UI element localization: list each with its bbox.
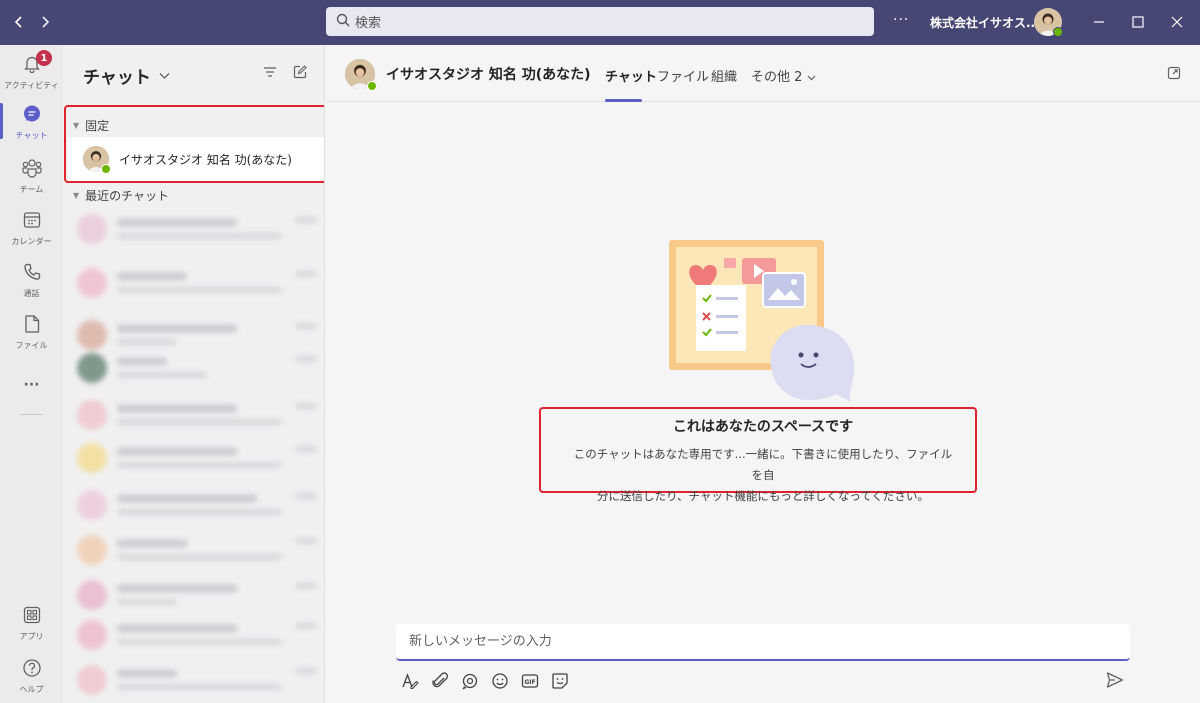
rail-files-label: ファイル <box>15 340 48 350</box>
pinned-section[interactable]: ▼ 固定 <box>73 117 109 134</box>
teams-icon <box>21 158 43 181</box>
format-icon[interactable] <box>399 670 421 692</box>
chat-header: イサオスタジオ 知名 功(あなた) チャット ファイル 組織 その他 2 <box>326 45 1200 102</box>
list-item[interactable] <box>77 263 317 303</box>
tab-org[interactable]: 組織 <box>711 66 737 85</box>
space-title: これはあなたのスペースです <box>672 419 854 435</box>
space-description-line1: このチャットはあなた専用です...一緒に。下書きに使用したり、ファイルを自 <box>573 447 953 482</box>
rail-calendar[interactable]: カレンダー <box>0 203 63 253</box>
pop-out-icon[interactable] <box>1167 66 1181 83</box>
svg-text:GIF: GIF <box>524 679 535 686</box>
presence-available-icon <box>1053 27 1063 37</box>
list-item[interactable] <box>77 615 317 655</box>
new-chat-icon[interactable] <box>293 65 307 82</box>
search-input[interactable]: 検索 <box>326 7 874 36</box>
pinned-chat-item[interactable]: イサオスタジオ 知名 功(あなた) <box>68 137 324 181</box>
help-icon <box>22 658 42 681</box>
list-item[interactable] <box>77 348 317 388</box>
rail-apps[interactable]: アプリ <box>0 598 63 648</box>
send-icon[interactable] <box>1105 670 1125 693</box>
rail-calls-label: 通話 <box>23 288 40 298</box>
filter-icon[interactable] <box>263 65 277 82</box>
list-item[interactable] <box>77 438 317 478</box>
sticker-icon[interactable] <box>549 670 571 692</box>
welcome-illustration <box>666 240 866 410</box>
tab-more[interactable]: その他 2 <box>751 66 816 85</box>
list-item[interactable] <box>77 395 317 435</box>
title-bar: 検索 ··· 株式会社イサオス... <box>0 0 1200 45</box>
rail-divider <box>20 414 43 415</box>
activity-badge: 1 <box>36 50 52 66</box>
avatar <box>83 146 111 174</box>
rail-calls[interactable]: 通話 <box>0 255 63 305</box>
recent-section-label: 最近のチャット <box>85 189 170 203</box>
space-description-line2: 分に送信したり、チャット機能にもっと詳しくなってください。 <box>596 489 929 503</box>
chat-header-avatar[interactable] <box>345 59 377 91</box>
app-rail: アクティビティ 1 チャット チーム カレンダー 通話 ファイル ··· アプリ… <box>0 45 63 703</box>
rail-chat[interactable]: チャット <box>0 97 63 147</box>
emoji-icon[interactable] <box>489 670 511 692</box>
maximize-icon[interactable] <box>1128 12 1148 32</box>
presence-available-icon <box>101 164 111 174</box>
search-icon <box>336 13 355 31</box>
tab-chat[interactable]: チャット <box>605 66 657 85</box>
calendar-icon <box>22 210 42 233</box>
collapse-triangle-icon: ▼ <box>73 121 80 130</box>
presence-available-icon <box>367 81 377 91</box>
list-item[interactable] <box>77 209 317 249</box>
gif-icon[interactable]: GIF <box>519 670 541 692</box>
chat-list-title-text: チャット <box>83 68 151 88</box>
org-name[interactable]: 株式会社イサオス... <box>930 14 1040 31</box>
file-icon <box>23 314 41 337</box>
space-description: このチャットはあなた専用です...一緒に。下書きに使用したり、ファイルを自 分に… <box>571 444 955 507</box>
minimize-icon[interactable] <box>1089 12 1109 32</box>
list-item[interactable] <box>77 485 317 525</box>
recent-section[interactable]: ▼ 最近のチャット <box>73 187 169 204</box>
chevron-down-icon <box>807 70 816 85</box>
tab-files[interactable]: ファイル <box>657 66 709 85</box>
tab-more-label: その他 2 <box>751 70 803 85</box>
rail-teams[interactable]: チーム <box>0 151 63 201</box>
message-composer[interactable] <box>396 624 1130 661</box>
list-item[interactable] <box>77 530 317 570</box>
apps-icon <box>22 605 42 628</box>
more-options-icon[interactable]: ··· <box>893 12 909 28</box>
list-item[interactable] <box>77 660 317 700</box>
rail-help-label: ヘルプ <box>19 684 44 694</box>
chat-main: イサオスタジオ 知名 功(あなた) チャット ファイル 組織 その他 2 これは… <box>326 45 1200 703</box>
rail-calendar-label: カレンダー <box>11 236 52 246</box>
forward-arrow-icon[interactable] <box>31 8 59 36</box>
collapse-triangle-icon: ▼ <box>73 191 80 200</box>
rail-apps-label: アプリ <box>19 631 44 641</box>
message-input[interactable] <box>409 634 1130 649</box>
close-icon[interactable] <box>1167 12 1187 32</box>
rail-help[interactable]: ヘルプ <box>0 651 63 701</box>
chat-title: イサオスタジオ 知名 功(あなた) <box>386 67 591 83</box>
more-icon: ··· <box>23 377 40 393</box>
rail-chat-label: チャット <box>15 130 48 140</box>
back-arrow-icon[interactable] <box>5 8 33 36</box>
chat-list-title[interactable]: チャット <box>83 63 170 88</box>
phone-icon <box>22 262 42 285</box>
search-placeholder: 検索 <box>355 16 382 31</box>
pinned-chat-name: イサオスタジオ 知名 功(あなた) <box>119 152 292 167</box>
active-tab-indicator <box>605 99 642 102</box>
chevron-down-icon <box>159 69 170 83</box>
loop-icon[interactable] <box>459 670 481 692</box>
rail-teams-label: チーム <box>19 184 44 194</box>
chat-icon <box>22 104 42 127</box>
attach-icon[interactable] <box>429 670 451 692</box>
pinned-section-label: 固定 <box>85 119 110 133</box>
rail-files[interactable]: ファイル <box>0 307 63 357</box>
rail-activity-label: アクティビティ <box>4 80 59 90</box>
list-item[interactable] <box>77 575 317 615</box>
rail-activity[interactable]: アクティビティ 1 <box>0 47 63 97</box>
chat-list-pane: チャット ▼ 固定 イサオスタジオ 知名 功(あなた) ▼ 最近のチャット <box>63 45 325 703</box>
rail-more[interactable]: ··· <box>0 360 63 410</box>
